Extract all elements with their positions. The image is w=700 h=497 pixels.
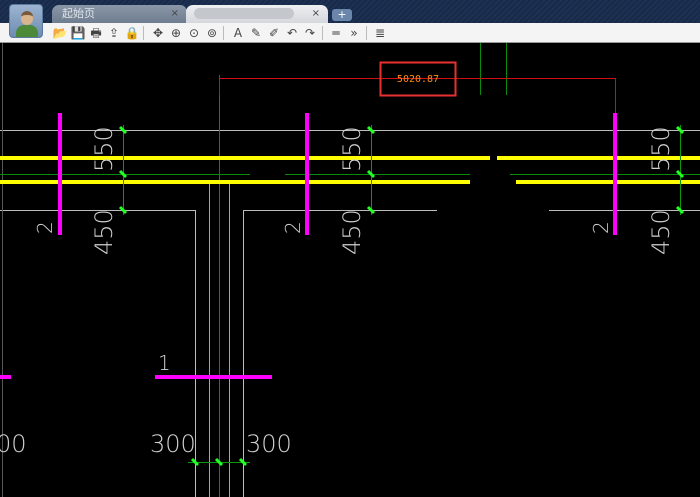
measure-value: 5020.87 — [397, 74, 439, 85]
dimension-labels: 550 450 550 450 550 450 2 2 2 1 300 300 … — [0, 126, 675, 458]
dimension-tick — [366, 169, 376, 179]
dim-450: 450 — [90, 209, 118, 255]
dimension-tick — [190, 457, 200, 467]
wall-lines — [0, 43, 700, 497]
dim-300: 300 — [246, 430, 292, 458]
avatar[interactable] — [9, 4, 43, 38]
dim-450: 450 — [647, 209, 675, 255]
section-mark-2: 2 — [281, 221, 305, 234]
dimension-tick — [214, 457, 224, 467]
dimension-tick — [118, 125, 128, 135]
dimension-tick — [675, 205, 685, 215]
dimension-tick — [118, 169, 128, 179]
dim-550: 550 — [338, 126, 366, 172]
section-mark-2: 2 — [33, 221, 57, 234]
dim-550: 550 — [90, 126, 118, 172]
dimension-tick — [366, 205, 376, 215]
dimension-tick — [366, 125, 376, 135]
dimension-tick — [675, 169, 685, 179]
section-mark-1: 1 — [158, 351, 171, 375]
dimension-tick — [675, 125, 685, 135]
dim-300: 300 — [150, 430, 196, 458]
axis-lines — [0, 43, 700, 497]
dimension-tick — [238, 457, 248, 467]
dim-00: 00 — [0, 430, 27, 458]
section-mark-2: 2 — [589, 221, 613, 234]
dim-550: 550 — [647, 126, 675, 172]
dimension-tick — [118, 205, 128, 215]
dim-450: 450 — [338, 209, 366, 255]
dimension-lines — [118, 125, 685, 467]
cad-canvas[interactable]: 5020.87 550 450 550 450 550 450 2 2 2 1 … — [0, 0, 700, 497]
